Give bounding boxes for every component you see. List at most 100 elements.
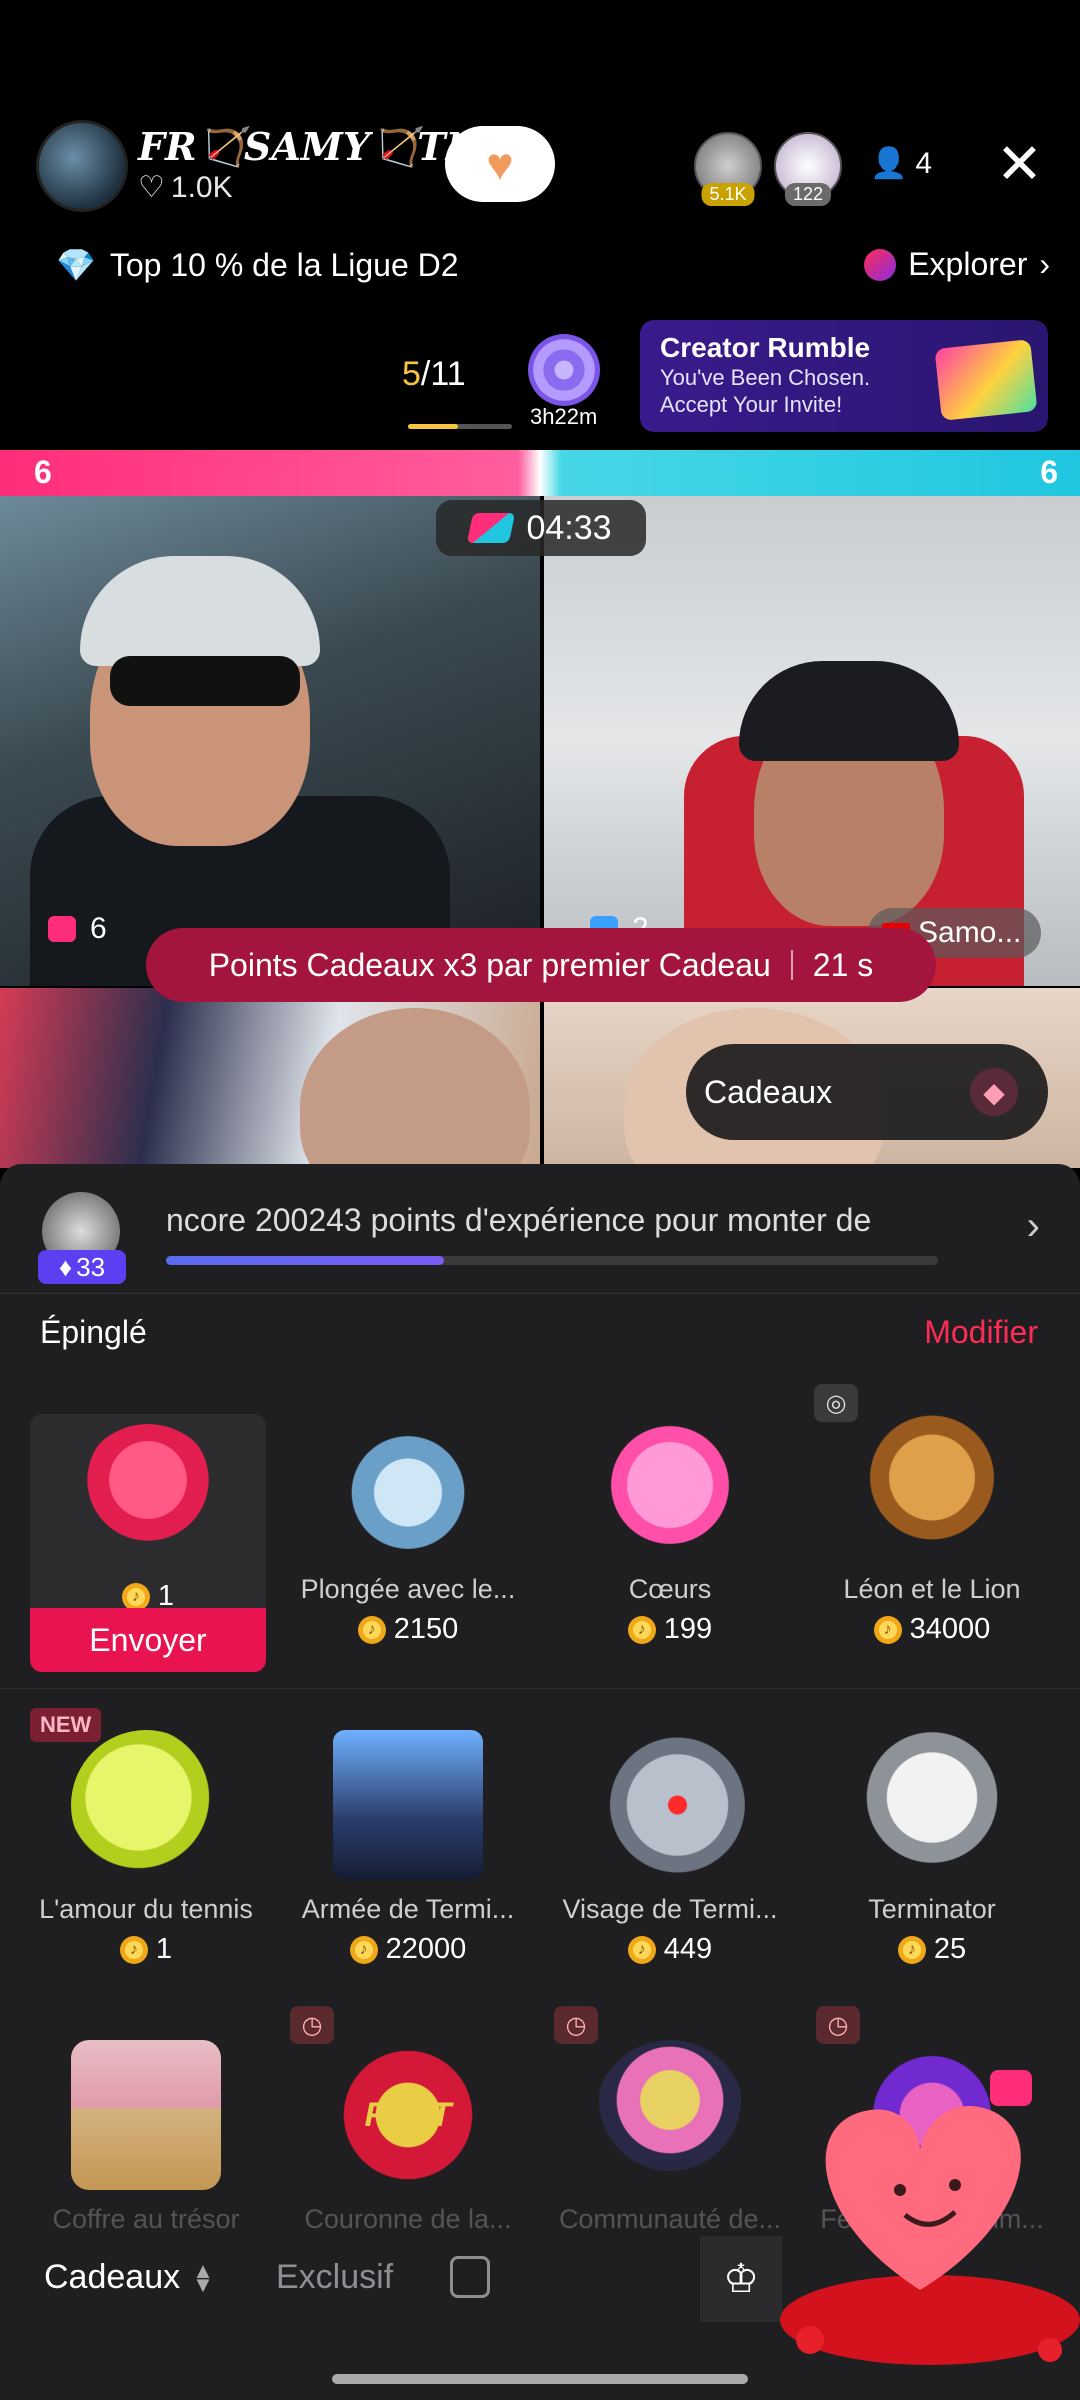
- gift-item[interactable]: Visage de Termi... ♪ 449: [540, 1730, 800, 2030]
- battle-right-score: 6: [1040, 454, 1058, 490]
- gift-name: Léon et le Lion: [843, 1574, 1021, 1604]
- follow-badge: 3: [508, 166, 520, 188]
- coin-icon: ♪: [627, 1615, 656, 1644]
- timer-icon: ◷: [290, 2006, 334, 2044]
- tennis-heart-icon: [71, 1730, 221, 1880]
- gift-item[interactable]: Armée de Termi... ♪ 22000: [278, 1730, 538, 2030]
- gift-price: ♪ 25: [802, 1933, 1062, 1966]
- heart-icon: ♥ 3: [486, 138, 520, 190]
- gifts-pill-label: Cadeaux: [704, 1073, 833, 1110]
- timer-icon: ◷: [816, 2006, 860, 2044]
- gift-points-banner: Points Cadeaux x3 par premier Cadeau 21 …: [146, 928, 936, 1002]
- explore-button[interactable]: Explorer ›: [864, 246, 1050, 283]
- gift-price: ♪ 34000: [802, 1613, 1062, 1646]
- lion-icon: [857, 1410, 1007, 1560]
- send-button[interactable]: Envoyer: [30, 1608, 266, 1672]
- heart-icon: [595, 1410, 745, 1560]
- rank-timer: 3h22m: [530, 404, 598, 429]
- tab-gifts[interactable]: Cadeaux ▲ ▼: [44, 2258, 214, 2297]
- gift-item[interactable]: Terminator ♪ 25: [802, 1730, 1062, 2030]
- rose-icon: [78, 1424, 218, 1564]
- gift-price: ♪ 1: [16, 1933, 276, 1966]
- host-avatar[interactable]: [36, 120, 128, 212]
- timer-icon: ◷: [554, 2006, 598, 2044]
- gift-item[interactable]: Léon et le Lion ♪ 34000: [802, 1410, 1062, 1710]
- top-viewer-avatar[interactable]: 5.1K: [694, 132, 762, 206]
- skull-icon: [857, 1730, 1007, 1880]
- modify-button[interactable]: Modifier: [924, 1314, 1038, 1351]
- gift-item[interactable]: Plongée avec le... ♪ 2150: [278, 1410, 538, 1710]
- coin-icon: ♪: [357, 1615, 386, 1644]
- top-viewer-avatar[interactable]: 122: [774, 132, 842, 206]
- gifts-pill[interactable]: Cadeaux ◆: [686, 1044, 1048, 1140]
- battle-left-score: 6: [34, 454, 52, 490]
- sort-icon: ▲ ▼: [192, 2257, 214, 2297]
- person-icon: 👤: [870, 147, 908, 180]
- viewer-badge: 122: [784, 183, 832, 206]
- rank-total: /11: [420, 355, 466, 393]
- gift-price-value: 22000: [385, 1933, 467, 1965]
- gift-name: Armée de Termi...: [301, 1894, 515, 1924]
- close-icon[interactable]: ✕: [996, 136, 1043, 192]
- community-fest-icon: FEST: [333, 2040, 483, 2190]
- xp-progress-row[interactable]: ♦ 33 ncore 200243 points d'expérience po…: [0, 1164, 1080, 1294]
- gift-price: ♪ 22000: [278, 1933, 538, 1966]
- home-indicator[interactable]: [332, 2374, 748, 2384]
- rumble-art-icon: [934, 339, 1038, 421]
- gift-item-rose[interactable]: ♪ 1 Envoyer: [30, 1414, 266, 1672]
- live-header: FR🏹SAMY🏹TN ♡ 1.0K ♥ 3 5.1K 122 👤 4 ✕ 💎 To…: [0, 0, 1080, 300]
- xp-text: ncore 200243 points d'expérience pour mo…: [166, 1202, 872, 1238]
- community-icon: [595, 2040, 745, 2190]
- league-text: Top 10 % de la Ligue D2: [109, 246, 459, 283]
- gift-name: Terminator: [868, 1894, 996, 1924]
- creator-rumble-banner[interactable]: Creator Rumble You've Been Chosen. Accep…: [640, 320, 1048, 432]
- league-badge[interactable]: 💎 Top 10 % de la Ligue D2: [56, 246, 459, 284]
- video-tile-3[interactable]: [0, 988, 540, 1168]
- coin-icon: ♪: [121, 1582, 150, 1611]
- follow-button[interactable]: ♥ 3: [445, 126, 555, 202]
- host-name[interactable]: FR🏹SAMY🏹TN: [138, 124, 480, 170]
- participant-name: Samo...: [918, 916, 1022, 949]
- gift-price-value: 449: [663, 1933, 713, 1965]
- gift-price: ♪ 449: [540, 1933, 800, 1966]
- backpack-icon[interactable]: [450, 2256, 490, 2298]
- army-icon: [333, 1730, 483, 1880]
- gift-price-value: 1: [155, 1933, 173, 1965]
- rank-indicator[interactable]: 5/11: [402, 355, 466, 394]
- level-value: 33: [76, 1251, 106, 1282]
- coin-icon: ♪: [627, 1935, 656, 1964]
- points-banner-time: 21 s: [812, 946, 874, 983]
- gift-name: Cœurs: [628, 1574, 712, 1604]
- camera-icon: [48, 916, 76, 942]
- battle-timer-value: 04:33: [526, 508, 612, 547]
- pinned-label: Épinglé: [40, 1314, 147, 1350]
- gift-price-value: 2150: [393, 1613, 459, 1645]
- gift-item[interactable]: Cœurs ♪ 199: [540, 1410, 800, 1710]
- coin-icon: ♪: [897, 1935, 926, 1964]
- rank-progress: [408, 424, 512, 429]
- viewer-badge: 5.1K: [701, 183, 755, 206]
- heart-outline-icon: ♡: [138, 171, 165, 204]
- gift-name: Coffre au trésor: [52, 2204, 240, 2234]
- target-icon[interactable]: [528, 334, 600, 406]
- chevron-right-icon[interactable]: ›: [1027, 1204, 1040, 1249]
- tab-exclusive[interactable]: Exclusif: [276, 2258, 393, 2297]
- viewer-count[interactable]: 👤 4: [870, 146, 932, 181]
- battle-score-bar: [0, 450, 1080, 496]
- row-divider: [0, 1688, 1080, 1689]
- chevron-right-icon: ›: [1039, 246, 1050, 282]
- battle-icon: [467, 513, 516, 543]
- gift-price-value: 25: [933, 1933, 967, 1965]
- fest-text: FEST: [364, 2095, 452, 2134]
- host-likes: ♡ 1.0K: [138, 170, 233, 205]
- diamond-icon: ♦: [58, 1251, 73, 1282]
- heart-animation-icon: [780, 2070, 1080, 2365]
- gift-name: Plongée avec le...: [300, 1574, 516, 1604]
- gift-item[interactable]: L'amour du tennis ♪ 1: [16, 1730, 276, 2030]
- gift-name: Visage de Termi...: [562, 1894, 778, 1924]
- explore-label: Explorer: [908, 246, 1028, 282]
- level-badge: ♦ 33: [38, 1250, 126, 1284]
- points-banner-text: Points Cadeaux x3 par premier Cadeau: [208, 946, 771, 983]
- gift-price-value: 199: [663, 1613, 713, 1645]
- gift-name: Couronne de la...: [304, 2204, 512, 2234]
